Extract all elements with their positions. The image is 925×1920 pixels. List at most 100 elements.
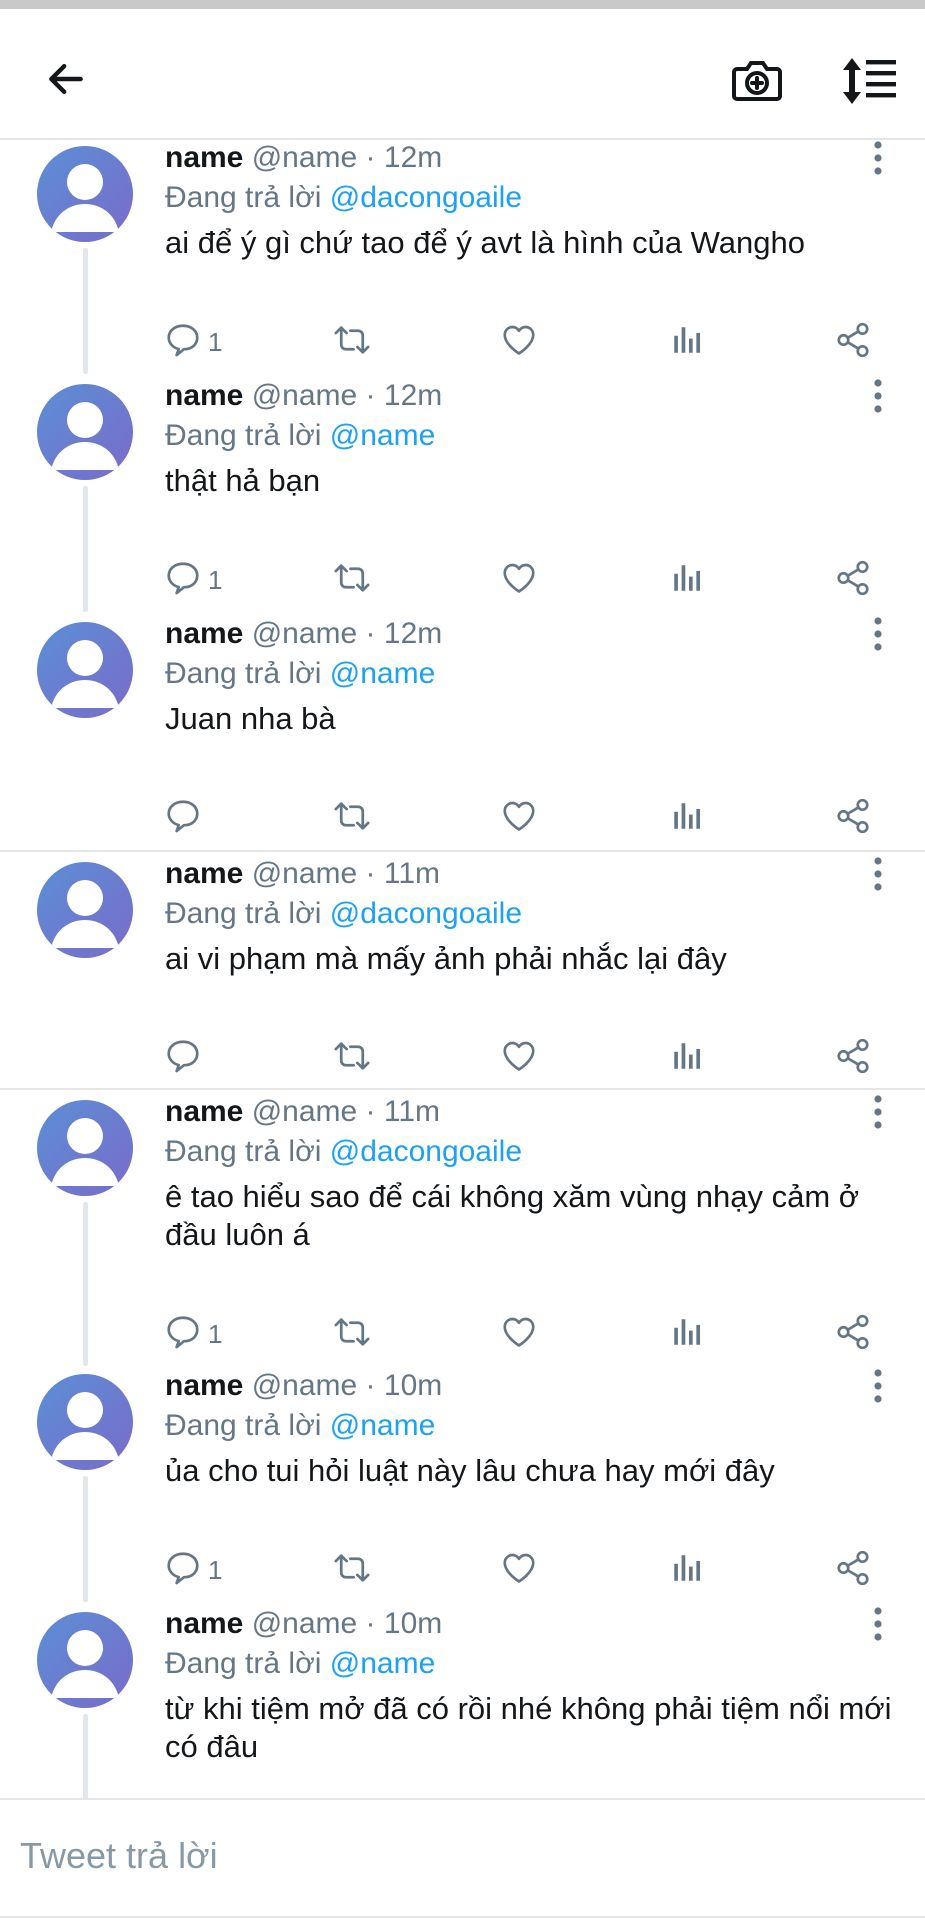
avatar[interactable] (37, 1100, 133, 1196)
tweet-actions: 1 (150, 552, 890, 608)
composer-divider (0, 1916, 925, 1918)
timestamp: 12m (383, 379, 443, 412)
reply-tweet[interactable]: name @name · 11m Đang trả lời @dacongoai… (0, 850, 925, 1090)
display-name[interactable]: name (165, 1369, 243, 1402)
share-button[interactable] (834, 314, 872, 370)
reply-button[interactable]: 1 (164, 1542, 222, 1598)
mention-link[interactable]: @dacongoaile (330, 181, 522, 214)
tweet-text: ai để ý gì chứ tao để ý avt là hình của … (165, 225, 805, 260)
heart-icon (500, 1037, 538, 1080)
reply-button[interactable] (164, 1030, 208, 1086)
display-name[interactable]: name (165, 141, 243, 174)
avatar[interactable] (37, 146, 133, 242)
user-handle: @name (251, 857, 358, 890)
reply-composer (0, 1798, 925, 1920)
display-name[interactable]: name (165, 617, 243, 650)
tweet-header: name @name · 12m (165, 140, 442, 178)
share-icon (834, 797, 872, 840)
more-options-button[interactable] (860, 616, 896, 656)
retweet-icon (332, 559, 372, 602)
more-options-button[interactable] (860, 1606, 896, 1646)
reply-button[interactable]: 1 (164, 314, 222, 370)
stats-button[interactable] (670, 552, 704, 608)
more-vertical-icon (873, 1368, 883, 1408)
reply-tweet[interactable]: name @name · 12m Đang trả lời @name Juan… (0, 612, 925, 850)
thread-line (83, 486, 88, 612)
retweet-icon (332, 797, 372, 840)
timestamp: 11m (383, 1095, 441, 1128)
reply-tweet[interactable]: name @name · 10m Đang trả lời @name từ k… (0, 1602, 925, 1798)
avatar[interactable] (37, 622, 133, 718)
more-options-button[interactable] (860, 140, 896, 180)
reply-feed: name @name · 12m Đang trả lời @dacongoai… (0, 140, 925, 1798)
more-options-button[interactable] (860, 378, 896, 418)
reply-tweet[interactable]: name @name · 10m Đang trả lời @name ủa c… (0, 1364, 925, 1602)
reply-count: 1 (208, 564, 223, 595)
back-button[interactable] (34, 47, 98, 111)
share-button[interactable] (834, 1542, 872, 1598)
tweet-text: ai vi phạm mà mấy ảnh phải nhắc lại đây (165, 941, 727, 976)
like-button[interactable] (500, 1306, 538, 1362)
tweet-header: name @name · 12m (165, 376, 442, 416)
share-button[interactable] (834, 1030, 872, 1086)
mention-link[interactable]: @name (330, 1647, 436, 1680)
mention-link[interactable]: @dacongoaile (330, 897, 522, 930)
mention-link[interactable]: @name (330, 1409, 436, 1442)
tweet-header: name @name · 12m (165, 614, 442, 654)
reply-tweet[interactable]: name @name · 11m Đang trả lời @dacongoai… (0, 1088, 925, 1366)
share-icon (834, 1549, 872, 1592)
stats-button[interactable] (670, 314, 704, 370)
retweet-button[interactable] (332, 790, 372, 846)
more-vertical-icon (873, 1606, 883, 1646)
reply-count: 1 (208, 1554, 223, 1585)
like-button[interactable] (500, 1542, 538, 1598)
share-button[interactable] (834, 552, 872, 608)
reply-button[interactable] (164, 790, 208, 846)
display-name[interactable]: name (165, 1095, 243, 1128)
retweet-button[interactable] (332, 314, 372, 370)
stats-button[interactable] (670, 1306, 704, 1362)
avatar[interactable] (37, 1612, 133, 1708)
like-button[interactable] (500, 314, 538, 370)
stats-button[interactable] (670, 790, 704, 846)
sort-button[interactable] (835, 49, 905, 113)
reply-input[interactable] (18, 1824, 902, 1888)
bar-chart-icon (670, 561, 704, 600)
reply-button[interactable]: 1 (164, 1306, 222, 1362)
stats-button[interactable] (670, 1030, 704, 1086)
like-button[interactable] (500, 552, 538, 608)
replying-to: Đang trả lời @name (165, 654, 435, 694)
mention-link[interactable]: @name (330, 657, 436, 690)
more-options-button[interactable] (860, 1368, 896, 1408)
heart-icon (500, 797, 538, 840)
display-name[interactable]: name (165, 857, 243, 890)
mention-link[interactable]: @name (330, 419, 436, 452)
avatar[interactable] (37, 384, 133, 480)
reply-icon (164, 1037, 202, 1080)
display-name[interactable]: name (165, 379, 243, 412)
avatar[interactable] (37, 1374, 133, 1470)
like-button[interactable] (500, 790, 538, 846)
more-vertical-icon (873, 856, 883, 896)
more-options-button[interactable] (860, 856, 896, 896)
more-options-button[interactable] (860, 1094, 896, 1134)
tweet-actions: 1 (150, 314, 890, 370)
like-button[interactable] (500, 1030, 538, 1086)
separator-dot: · (357, 857, 384, 890)
reply-button[interactable]: 1 (164, 552, 222, 608)
retweet-button[interactable] (332, 1542, 372, 1598)
stats-button[interactable] (670, 1542, 704, 1598)
share-button[interactable] (834, 790, 872, 846)
share-button[interactable] (834, 1306, 872, 1362)
display-name[interactable]: name (165, 1607, 243, 1640)
bar-chart-icon (670, 323, 704, 362)
retweet-button[interactable] (332, 552, 372, 608)
reply-tweet[interactable]: name @name · 12m Đang trả lời @name thật… (0, 374, 925, 612)
camera-button[interactable] (722, 45, 792, 115)
avatar[interactable] (37, 862, 133, 958)
retweet-button[interactable] (332, 1030, 372, 1086)
retweet-button[interactable] (332, 1306, 372, 1362)
reply-tweet[interactable]: name @name · 12m Đang trả lời @dacongoai… (0, 140, 925, 374)
bar-chart-icon (670, 1551, 704, 1590)
mention-link[interactable]: @dacongoaile (330, 1135, 522, 1168)
